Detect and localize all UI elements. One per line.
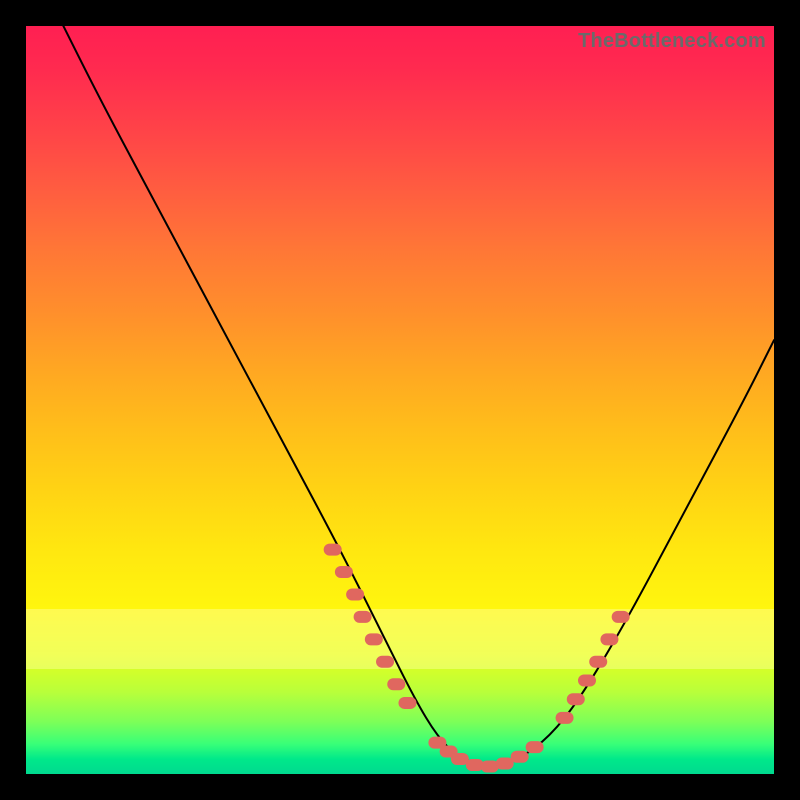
data-marker [387, 678, 405, 690]
chart-svg [26, 26, 774, 774]
data-marker [526, 741, 544, 753]
marker-group [324, 544, 630, 773]
data-marker [496, 758, 514, 770]
data-marker [600, 633, 618, 645]
data-marker [612, 611, 630, 623]
data-marker [354, 611, 372, 623]
data-marker [365, 633, 383, 645]
data-marker [376, 656, 394, 668]
data-marker [567, 693, 585, 705]
chart-frame: TheBottleneck.com [26, 26, 774, 774]
data-marker [556, 712, 574, 724]
data-marker [398, 697, 416, 709]
data-marker [324, 544, 342, 556]
data-marker [578, 675, 596, 687]
watermark-label: TheBottleneck.com [578, 30, 766, 53]
data-marker [589, 656, 607, 668]
data-marker [511, 751, 529, 763]
data-marker [346, 588, 364, 600]
data-marker [335, 566, 353, 578]
bottleneck-curve [56, 11, 774, 765]
